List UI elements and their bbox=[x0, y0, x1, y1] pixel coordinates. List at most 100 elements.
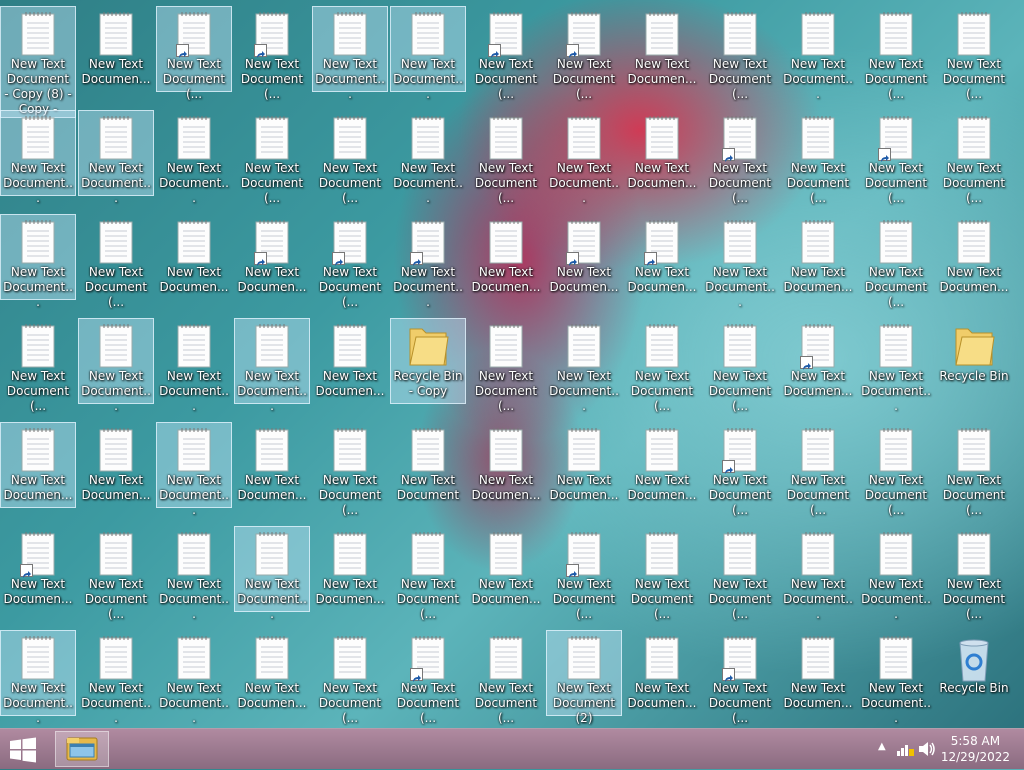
desktop-icon[interactable]: New Text Documen... bbox=[156, 214, 232, 300]
desktop-icon[interactable]: New Text Document... bbox=[546, 318, 622, 413]
desktop-icon[interactable]: New Text Document... bbox=[0, 630, 76, 725]
desktop-icon[interactable]: New Text Documen... bbox=[468, 526, 544, 612]
desktop-icon[interactable]: New Text Document (... bbox=[702, 526, 778, 621]
desktop-icon[interactable]: New Text Document... bbox=[390, 110, 466, 205]
desktop-icon[interactable]: New Text Documen... bbox=[468, 422, 544, 508]
desktop-icon[interactable]: New Text Document... bbox=[78, 110, 154, 205]
desktop-icon[interactable]: New Text Documen... bbox=[624, 110, 700, 196]
desktop-icon[interactable]: New Text Documen... bbox=[0, 422, 76, 508]
volume-icon[interactable] bbox=[918, 741, 936, 757]
desktop-icon[interactable]: New Text Document (... bbox=[312, 630, 388, 725]
desktop-icon[interactable]: New Text Document... bbox=[78, 630, 154, 725]
desktop-icon[interactable]: New Text Document... bbox=[156, 318, 232, 413]
desktop-icon[interactable]: New Text Documen... bbox=[624, 6, 700, 92]
desktop-icon[interactable]: New Text Document (... bbox=[780, 110, 856, 205]
desktop-icon[interactable]: New Text Document (... bbox=[702, 422, 778, 517]
desktop-icon[interactable]: New Text Document (... bbox=[78, 214, 154, 309]
desktop-icon[interactable]: Recycle Bin - Copy bbox=[390, 318, 466, 404]
desktop-icon[interactable]: New Text Document... bbox=[390, 6, 466, 101]
desktop-icon[interactable]: New Text Document... bbox=[546, 110, 622, 205]
desktop-icon[interactable]: New Text Documen... bbox=[546, 214, 622, 300]
desktop-icon[interactable]: New Text Document (2) bbox=[546, 630, 622, 725]
show-hidden-icons-chevron[interactable]: ▲ bbox=[878, 741, 886, 752]
desktop-icon[interactable]: New Text Document (... bbox=[468, 6, 544, 101]
desktop[interactable]: New Text Document - Copy (8) - Copy - Co… bbox=[0, 0, 1024, 728]
desktop-icon[interactable]: New Text Document (... bbox=[624, 526, 700, 621]
desktop-icon[interactable]: Recycle Bin bbox=[936, 630, 1012, 716]
desktop-icon[interactable]: New Text Document (... bbox=[936, 110, 1012, 205]
desktop-icon[interactable]: New Text Document... bbox=[780, 6, 856, 101]
desktop-icon[interactable]: New Text Document... bbox=[78, 318, 154, 413]
desktop-icon[interactable]: New Text Document bbox=[390, 422, 466, 508]
desktop-icon[interactable]: New Text Documen... bbox=[780, 214, 856, 300]
desktop-icon-label: New Text Document (2) bbox=[552, 681, 616, 725]
desktop-icon[interactable]: New Text Documen... bbox=[936, 214, 1012, 300]
desktop-icon[interactable]: New Text Documen... bbox=[624, 214, 700, 300]
desktop-icon[interactable]: New Text Document (... bbox=[858, 110, 934, 205]
desktop-icon[interactable]: New Text Document (... bbox=[546, 6, 622, 101]
desktop-icon[interactable]: New Text Document (... bbox=[936, 422, 1012, 517]
desktop-icon[interactable]: New Text Document (... bbox=[312, 110, 388, 205]
desktop-icon[interactable]: New Text Document (... bbox=[546, 526, 622, 621]
desktop-icon[interactable]: New Text Document (... bbox=[468, 318, 544, 413]
desktop-icon[interactable]: New Text Document (... bbox=[234, 110, 310, 205]
desktop-icon[interactable]: New Text Document... bbox=[858, 318, 934, 413]
desktop-icon[interactable]: New Text Document (... bbox=[390, 526, 466, 621]
desktop-icon[interactable]: Recycle Bin bbox=[936, 318, 1012, 404]
desktop-icon[interactable]: New Text Document... bbox=[156, 422, 232, 517]
desktop-icon[interactable]: New Text Document - Copy (8) - Copy - Co… bbox=[0, 6, 76, 131]
desktop-icon[interactable]: New Text Document (... bbox=[624, 318, 700, 413]
taskbar-file-explorer-button[interactable] bbox=[55, 731, 109, 767]
desktop-icon[interactable]: New Text Document... bbox=[858, 630, 934, 725]
desktop-icon[interactable]: New Text Document (... bbox=[0, 318, 76, 413]
desktop-icon[interactable]: New Text Documen... bbox=[78, 6, 154, 92]
desktop-icon[interactable]: New Text Documen... bbox=[234, 630, 310, 716]
desktop-icon[interactable]: New Text Documen... bbox=[0, 526, 76, 612]
desktop-icon[interactable]: New Text Documen... bbox=[780, 630, 856, 716]
desktop-icon[interactable]: New Text Document (... bbox=[858, 422, 934, 517]
network-icon[interactable] bbox=[896, 741, 914, 757]
taskbar-clock[interactable]: 5:58 AM 12/29/2022 bbox=[941, 733, 1010, 765]
start-button[interactable] bbox=[8, 737, 42, 763]
desktop-icon[interactable]: New Text Documen... bbox=[78, 422, 154, 508]
desktop-icon[interactable]: New Text Documen... bbox=[234, 214, 310, 300]
desktop-icon[interactable]: New Text Document (... bbox=[156, 6, 232, 101]
desktop-icon[interactable]: New Text Document (... bbox=[858, 214, 934, 309]
desktop-icon[interactable]: New Text Documen... bbox=[234, 422, 310, 508]
desktop-icon[interactable]: New Text Document (... bbox=[858, 6, 934, 101]
desktop-icon[interactable]: New Text Document... bbox=[234, 526, 310, 621]
desktop-icon[interactable]: New Text Document (... bbox=[936, 6, 1012, 101]
desktop-icon[interactable]: New Text Document (... bbox=[78, 526, 154, 621]
desktop-icon[interactable]: New Text Document... bbox=[390, 214, 466, 309]
desktop-icon[interactable]: New Text Document (... bbox=[390, 630, 466, 725]
desktop-icon[interactable]: New Text Document... bbox=[312, 6, 388, 101]
desktop-icon[interactable]: New Text Documen... bbox=[624, 630, 700, 716]
desktop-icon[interactable]: New Text Document (... bbox=[312, 422, 388, 517]
desktop-icon[interactable]: New Text Document (... bbox=[702, 6, 778, 101]
desktop-icon[interactable]: New Text Document (... bbox=[702, 630, 778, 725]
desktop-icon[interactable]: New Text Document (... bbox=[468, 630, 544, 725]
desktop-icon[interactable]: New Text Documen... bbox=[468, 214, 544, 300]
desktop-icon[interactable]: New Text Document (... bbox=[312, 214, 388, 309]
desktop-icon[interactable]: New Text Document... bbox=[0, 110, 76, 205]
desktop-icon[interactable]: New Text Document... bbox=[702, 214, 778, 309]
text-document-icon bbox=[794, 323, 842, 371]
desktop-icon[interactable]: New Text Document (... bbox=[780, 422, 856, 517]
desktop-icon[interactable]: New Text Documen... bbox=[312, 318, 388, 404]
desktop-icon[interactable]: New Text Document... bbox=[156, 630, 232, 725]
desktop-icon[interactable]: New Text Document... bbox=[234, 318, 310, 413]
desktop-icon[interactable]: New Text Documen... bbox=[780, 318, 856, 404]
desktop-icon[interactable]: New Text Document (... bbox=[702, 110, 778, 205]
desktop-icon[interactable]: New Text Document... bbox=[858, 526, 934, 621]
desktop-icon[interactable]: New Text Document... bbox=[0, 214, 76, 309]
desktop-icon[interactable]: New Text Document... bbox=[156, 526, 232, 621]
desktop-icon[interactable]: New Text Documen... bbox=[312, 526, 388, 612]
desktop-icon[interactable]: New Text Documen... bbox=[624, 422, 700, 508]
desktop-icon[interactable]: New Text Document (... bbox=[936, 526, 1012, 621]
desktop-icon[interactable]: New Text Document... bbox=[156, 110, 232, 205]
desktop-icon[interactable]: New Text Documen... bbox=[546, 422, 622, 508]
desktop-icon[interactable]: New Text Document... bbox=[780, 526, 856, 621]
desktop-icon[interactable]: New Text Document (... bbox=[702, 318, 778, 413]
desktop-icon[interactable]: New Text Document (... bbox=[234, 6, 310, 101]
desktop-icon[interactable]: New Text Document (... bbox=[468, 110, 544, 205]
